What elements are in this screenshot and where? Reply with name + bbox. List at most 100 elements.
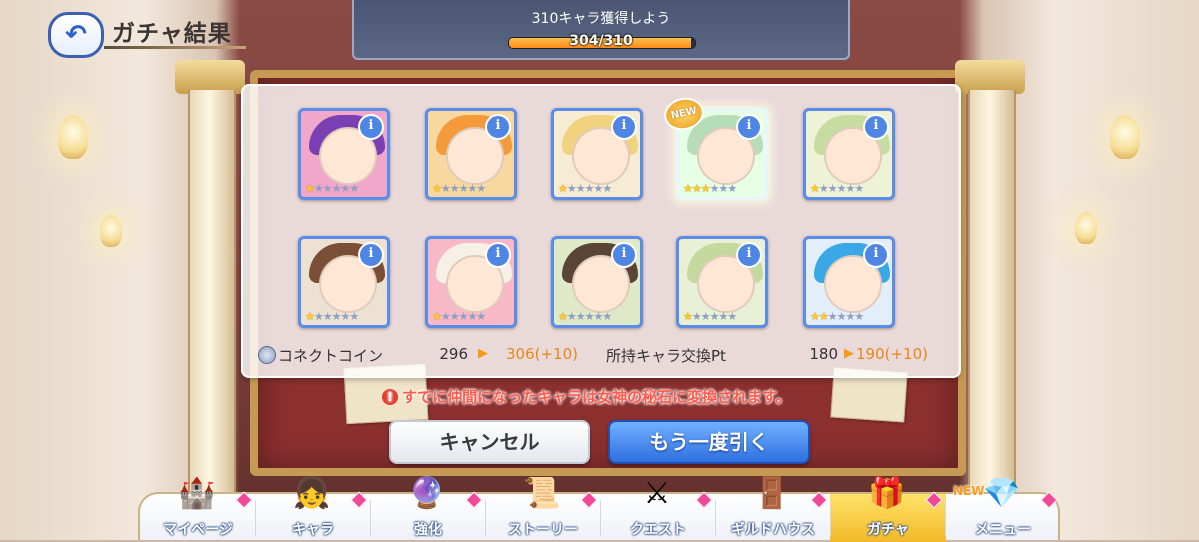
coin-old-value: 296 [439,345,468,363]
character-card[interactable]: i ★★★★★★ [298,236,390,328]
info-button[interactable]: i [485,242,511,268]
info-button[interactable]: i [863,114,889,140]
star-icon: ★ [432,310,442,323]
nav-label: メニュー [975,522,1031,538]
info-button[interactable]: i [611,242,637,268]
notice-text: すでに仲間になったキャラは女神の秘石に変換されます。 [402,388,791,406]
mission-banner: 310キャラ獲得しよう 304/310 [352,0,850,60]
back-button[interactable]: ↶ [48,12,104,58]
star-icon: ★ [458,182,469,195]
character-card[interactable]: i ★★★★★★ [425,108,517,200]
rarity-stars: ★★★★★★ [683,182,737,195]
star-icon: ★ [727,182,737,195]
nav-item-7[interactable]: 🎁 ガチャ [830,476,946,542]
star-icon: ★ [432,182,442,195]
star-icon: ★ [709,310,720,323]
nav-item-5[interactable]: ⚔ クエスト [600,476,716,542]
nav-label: ギルドハウス [731,522,815,538]
gacha-icon: 🎁 [868,476,906,511]
info-button[interactable]: i [611,114,637,140]
coin-label: コネクトコイン [278,347,384,365]
notification-diamond-icon [350,491,368,509]
star-icon: ★ [854,182,864,195]
title-underline [104,46,246,49]
coin-icon [258,346,276,364]
nav-item-4[interactable]: 📜 ストーリー [485,476,601,542]
star-icon: ★ [810,310,820,323]
character-icon: 👧 [293,476,331,511]
character-card[interactable]: i ★★★★★★ [551,236,643,328]
character-card[interactable]: i ★★★★★★ [298,108,390,200]
notification-diamond-icon [465,491,483,509]
info-button[interactable]: i [736,114,762,140]
pillar-capital-left [175,60,245,94]
star-icon: ★ [709,182,720,195]
cancel-button[interactable]: キャンセル [389,420,590,464]
menu-crystal-icon: 💎 [983,476,1021,511]
wall-lamp-icon [58,115,88,159]
star-icon: ★ [458,310,469,323]
mission-count: 304/310 [569,33,633,49]
info-button[interactable]: i [736,242,762,268]
nav-item-8[interactable]: 💎 メニュー NEW [945,476,1061,542]
castle-icon: 🏰 [178,476,216,511]
rarity-stars: ★★★★★★ [305,310,359,323]
nav-item-2[interactable]: 👧 キャラ [255,476,371,542]
notification-diamond-icon [695,491,713,509]
star-icon: ★ [836,310,847,323]
nav-item-1[interactable]: 🏰 マイページ [140,476,256,542]
info-button[interactable]: i [358,114,384,140]
nav-label: マイページ [163,522,233,538]
star-icon: ★ [575,310,586,323]
character-card[interactable]: i ★★★★★★ [803,236,895,328]
nav-label: キャラ [292,522,334,538]
character-card[interactable]: i ★★★★★★ [676,236,768,328]
character-card[interactable]: i ★★★★★★ [551,108,643,200]
star-icon: ★ [700,310,711,323]
star-icon: ★ [331,310,342,323]
rarity-stars: ★★★★★★ [683,310,737,323]
rarity-stars: ★★★★★★ [810,310,864,323]
star-icon: ★ [827,182,838,195]
nav-divider [715,500,716,536]
nav-item-3[interactable]: 🔮 強化 [370,476,486,542]
star-icon: ★ [602,182,612,195]
star-icon: ★ [584,310,595,323]
conversion-notice: ! すでに仲間になったキャラは女神の秘石に変換されます。 [382,386,791,407]
back-arrow-icon: ↶ [65,20,87,50]
story-scroll-icon: 📜 [523,476,561,511]
star-icon: ★ [349,182,359,195]
star-icon: ★ [349,310,359,323]
rarity-stars: ★★★★★★ [558,182,612,195]
character-card[interactable]: i ★★★★★★ [803,108,895,200]
info-button[interactable]: i [358,242,384,268]
notification-diamond-icon [580,491,598,509]
coin-new-value: 306(+10) [506,345,578,363]
star-icon: ★ [558,182,568,195]
nav-divider [485,500,486,536]
wall-lamp-icon [1075,212,1097,244]
star-icon: ★ [476,182,486,195]
nav-divider [255,500,256,536]
nav-label: ガチャ [867,522,909,538]
star-icon: ★ [313,310,324,323]
star-icon: ★ [575,182,586,195]
warning-icon: ! [382,389,398,405]
nav-divider [830,500,831,536]
notification-diamond-icon [810,491,828,509]
pillar-left [188,90,236,510]
draw-again-button[interactable]: もう一度引く [608,420,810,464]
star-icon: ★ [322,182,333,195]
exchange-pt-new-value: 190(+10) [856,345,928,363]
character-card[interactable]: i ★★★★★★ [425,236,517,328]
info-button[interactable]: i [485,114,511,140]
increase-arrow-icon: ▶ [844,346,854,361]
star-icon: ★ [818,310,829,323]
rarity-stars: ★★★★★★ [432,182,486,195]
info-button[interactable]: i [863,242,889,268]
bottom-nav: 🏰 マイページ 👧 キャラ 🔮 強化 📜 ストーリー ⚔ クエスト 🚪 ギルドハウス 🎁 ガチャ 💎 メニュー… [138,476,1061,542]
star-icon: ★ [584,182,595,195]
rarity-stars: ★★★★★★ [810,182,864,195]
increase-arrow-icon: ▶ [478,346,488,361]
nav-item-6[interactable]: 🚪 ギルドハウス [715,476,831,542]
